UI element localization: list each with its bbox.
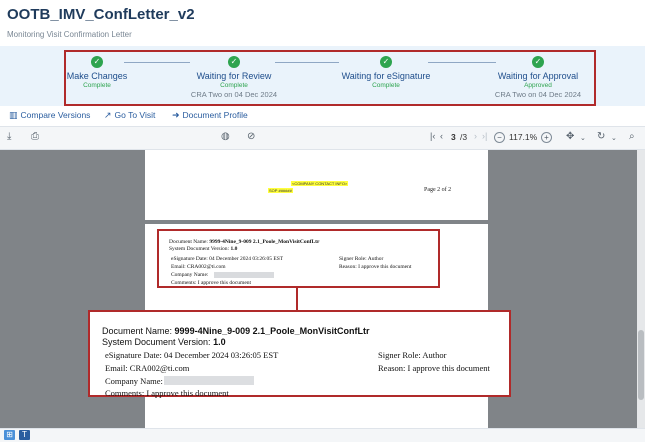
company-name-label: Company Name:: [171, 272, 209, 278]
page-total: /3: [460, 132, 468, 142]
panel-icon[interactable]: ⊞: [4, 430, 15, 440]
doc-name-value: 9999-4Nine_9-009 2.1_Poole_MonVisitConfL…: [209, 239, 320, 245]
action-bar: [0, 106, 645, 126]
sys-version-value: 1.0: [230, 246, 238, 252]
redacted-company: [214, 272, 274, 278]
compare-versions-link[interactable]: ▥ Compare Versions: [9, 110, 90, 121]
privacy-icon[interactable]: ◍: [221, 131, 230, 142]
document-profile-link[interactable]: ➜ Document Profile: [172, 110, 248, 121]
search-icon[interactable]: ⌕: [629, 131, 635, 142]
hide-icon[interactable]: ⊘: [247, 131, 255, 142]
external-link-icon: ↗: [104, 110, 112, 120]
comments: Comments: I approve this document: [105, 388, 229, 398]
bottom-bar: [0, 428, 645, 442]
redacted-company: [164, 376, 254, 385]
doc-name-label: Document Name:: [169, 239, 208, 245]
steps-highlight-box: [64, 50, 596, 106]
company-contact-highlight: <COMPANY CONTACT INFO>: [291, 181, 349, 186]
last-page-icon[interactable]: ›|: [482, 131, 487, 141]
rotate-icon[interactable]: ↻: [597, 131, 605, 142]
print-icon[interactable]: ⎙: [31, 131, 39, 142]
esig-date: eSignature Date: 04 December 2024 03:26:…: [105, 350, 279, 360]
sys-version-row: System Document Version: 1.0: [169, 246, 237, 252]
compare-icon: ▥: [9, 110, 18, 120]
signature-block: Document Name: 9999-4Nine_9-009 2.1_Pool…: [157, 229, 440, 288]
signer-role: Signer Role: Author: [378, 350, 447, 360]
sop-highlight: SOP ######: [268, 188, 293, 193]
sys-version-label: System Document Version:: [169, 246, 230, 252]
scrollbar-thumb[interactable]: [638, 330, 644, 400]
page-number: Page 2 of 2: [424, 187, 452, 193]
zoom-level[interactable]: 117.1%: [509, 132, 537, 142]
next-page-icon[interactable]: ›: [474, 131, 477, 141]
comments: Comments: I approve this document: [171, 280, 252, 286]
first-page-icon[interactable]: |‹: [430, 131, 435, 141]
doc-name-value: 9999-4Nine_9-009 2.1_Poole_MonVisitConfL…: [174, 326, 370, 336]
reason: Reason: I approve this document: [378, 363, 490, 373]
download-icon[interactable]: ⤓: [7, 131, 11, 142]
profile-icon: ➜: [172, 110, 180, 120]
doc-name-row: Document Name: 9999-4Nine_9-009 2.1_Pool…: [102, 326, 369, 336]
sys-version-label: System Document Version:: [102, 337, 211, 347]
signer-role: Signer Role: Author: [339, 256, 384, 262]
callout-connector: [296, 288, 298, 310]
fit-page-icon[interactable]: ✥: [566, 131, 574, 142]
go-to-visit-link[interactable]: ↗ Go To Visit: [104, 110, 155, 121]
sys-version-value: 1.0: [213, 337, 226, 347]
doc-name-label: Document Name:: [102, 326, 173, 336]
page-subtitle: Monitoring Visit Confirmation Letter: [7, 30, 132, 39]
doc-name-row: Document Name: 9999-4Nine_9-009 2.1_Pool…: [169, 239, 319, 245]
go-to-visit-label: Go To Visit: [114, 110, 156, 120]
chevron-down-icon[interactable]: ⌄: [611, 134, 617, 142]
reason: Reason: I approve this document: [339, 264, 412, 270]
sys-version-row: System Document Version: 1.0: [102, 337, 226, 347]
document-profile-label: Document Profile: [182, 110, 248, 120]
company-name-label: Company Name:: [105, 376, 163, 386]
email: Email: CRA002@ti.com: [105, 363, 190, 373]
zoom-in-button[interactable]: +: [541, 132, 552, 143]
text-icon[interactable]: T: [19, 430, 30, 440]
chevron-down-icon[interactable]: ⌄: [580, 134, 586, 142]
compare-versions-label: Compare Versions: [20, 110, 91, 120]
page-current[interactable]: 3: [451, 132, 456, 142]
esig-date: eSignature Date: 04 December 2024 03:26:…: [171, 256, 284, 262]
prev-page-icon[interactable]: ‹: [440, 131, 443, 141]
email: Email: CRA002@ti.com: [171, 264, 226, 270]
signature-callout: Document Name: 9999-4Nine_9-009 2.1_Pool…: [88, 310, 511, 398]
page-title: OOTB_IMV_ConfLetter_v2: [7, 6, 195, 23]
zoom-out-button[interactable]: −: [494, 132, 505, 143]
